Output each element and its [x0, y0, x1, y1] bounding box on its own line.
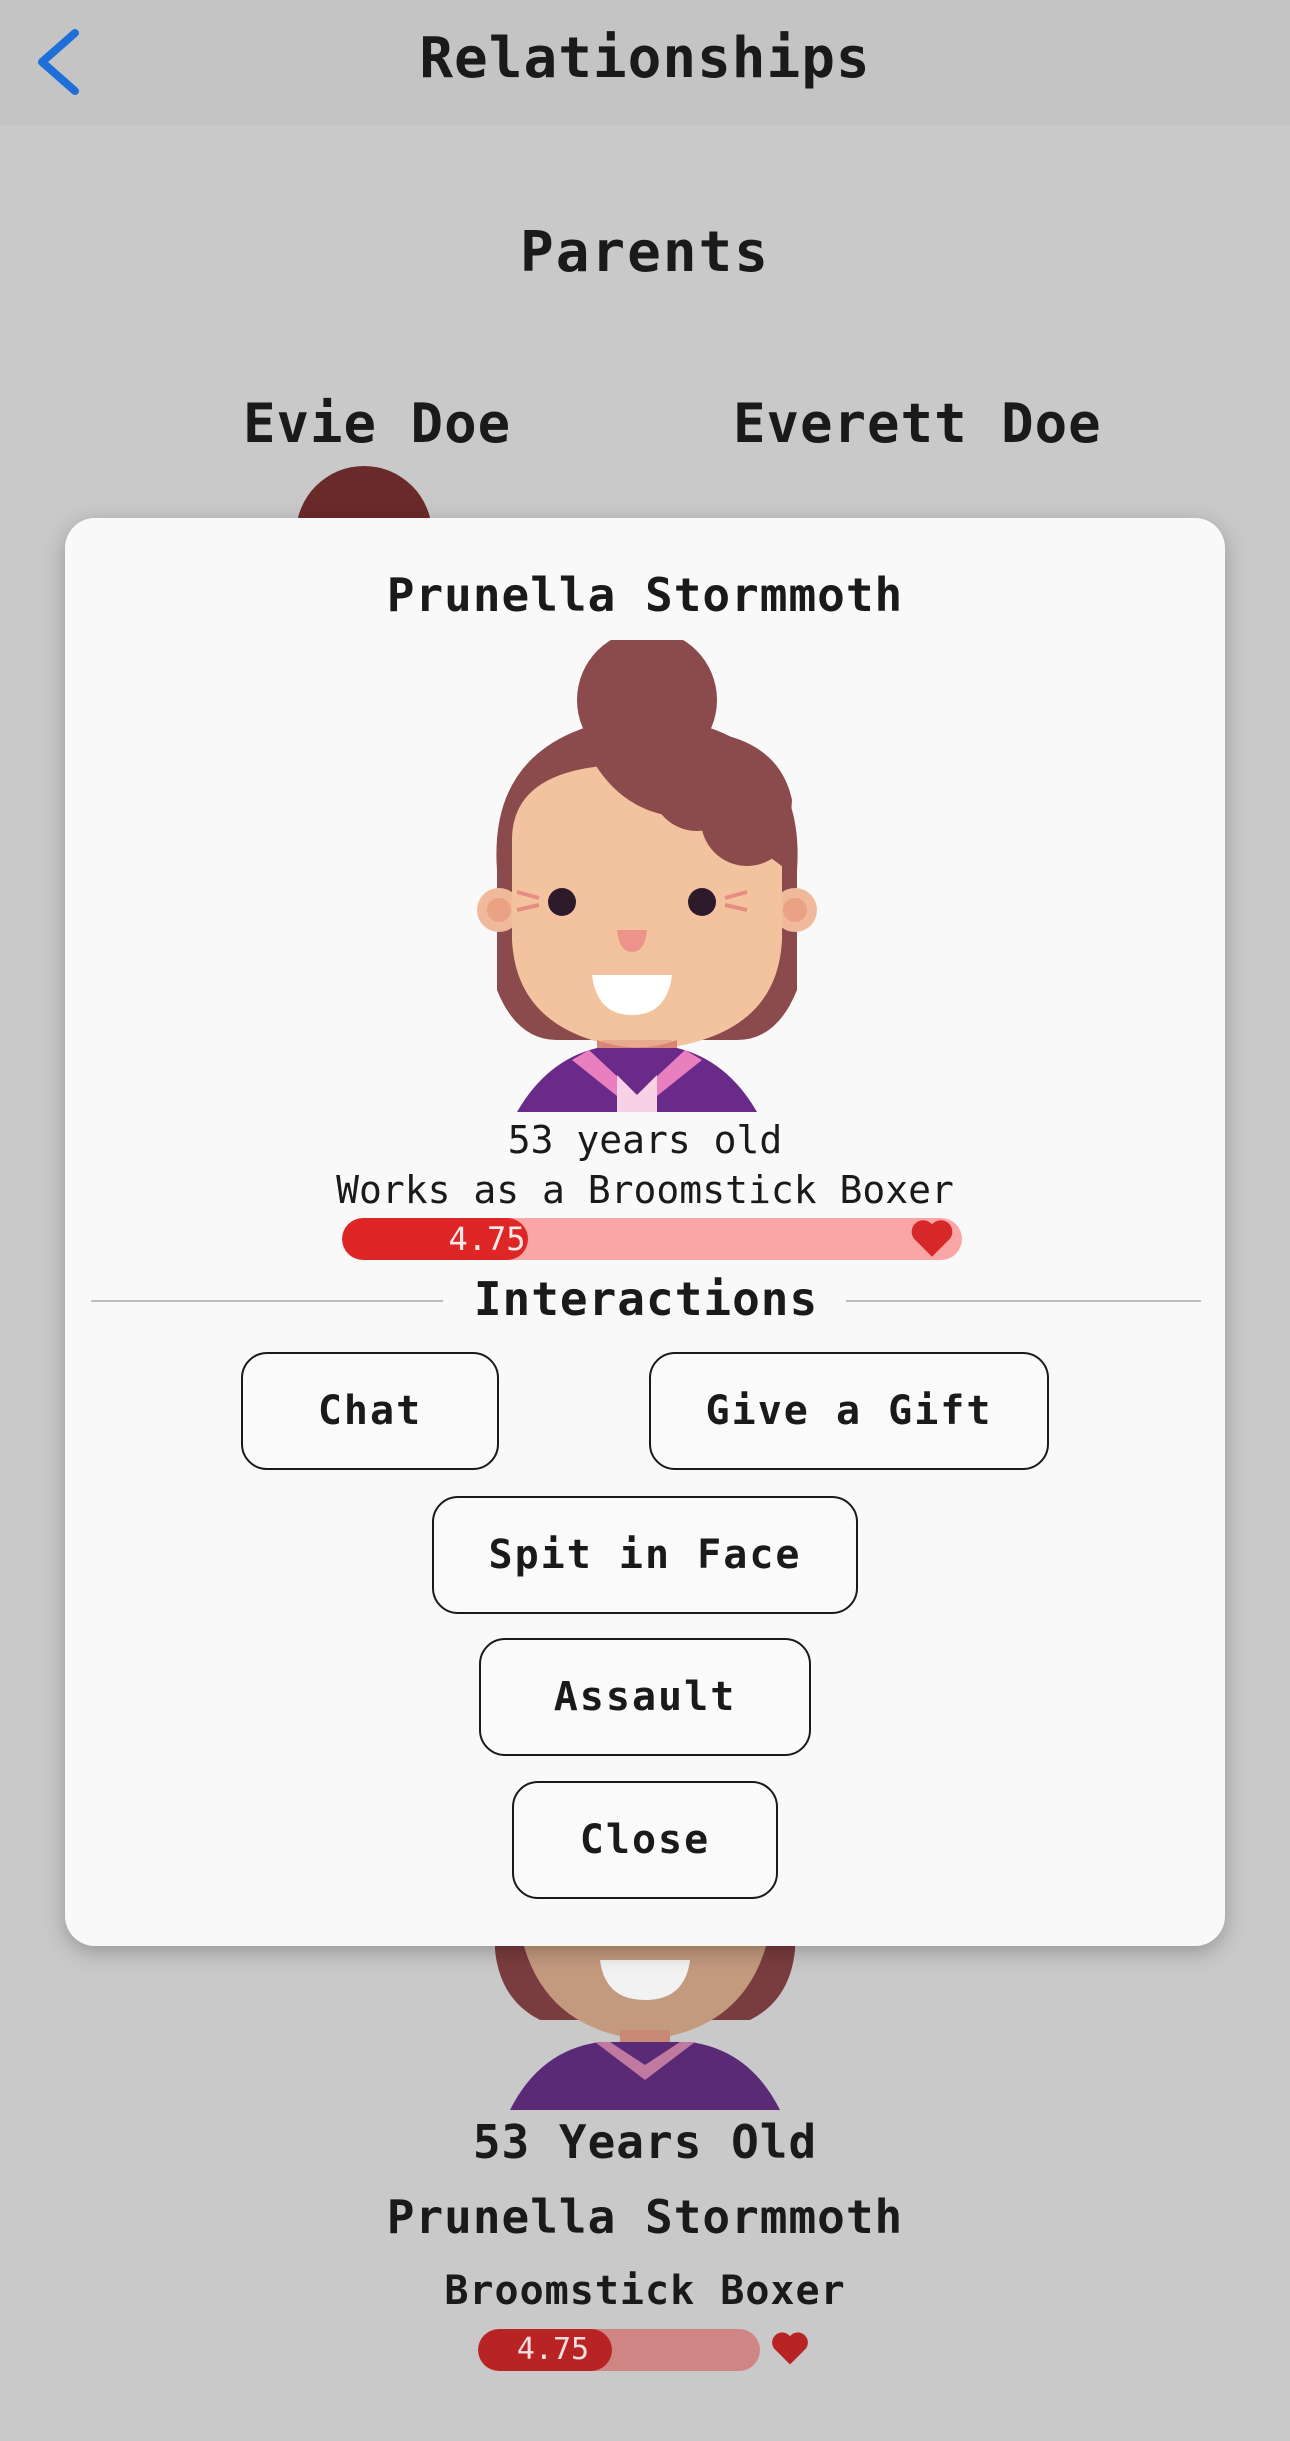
- modal-person-job: Works as a Broomstick Boxer: [336, 1168, 954, 1212]
- relationship-bar: 4.75: [342, 1218, 962, 1260]
- spit-in-face-button[interactable]: Spit in Face: [432, 1496, 858, 1614]
- person-detail-modal: Prunella Stormmoth 53 years old Works as…: [65, 518, 1225, 1946]
- interactions-heading: Interactions: [473, 1272, 819, 1326]
- interactions-divider: Interactions: [91, 1270, 1201, 1330]
- chat-button[interactable]: Chat: [241, 1352, 499, 1470]
- assault-button[interactable]: Assault: [479, 1638, 811, 1756]
- person-avatar: [477, 640, 817, 1112]
- heart-icon: [911, 1220, 953, 1257]
- relationship-value: 4.75: [448, 1220, 526, 1258]
- modal-person-age: 53 years old: [507, 1118, 783, 1162]
- modal-person-name: Prunella Stormmoth: [386, 568, 904, 622]
- close-button[interactable]: Close: [512, 1781, 778, 1899]
- give-gift-button[interactable]: Give a Gift: [649, 1352, 1049, 1470]
